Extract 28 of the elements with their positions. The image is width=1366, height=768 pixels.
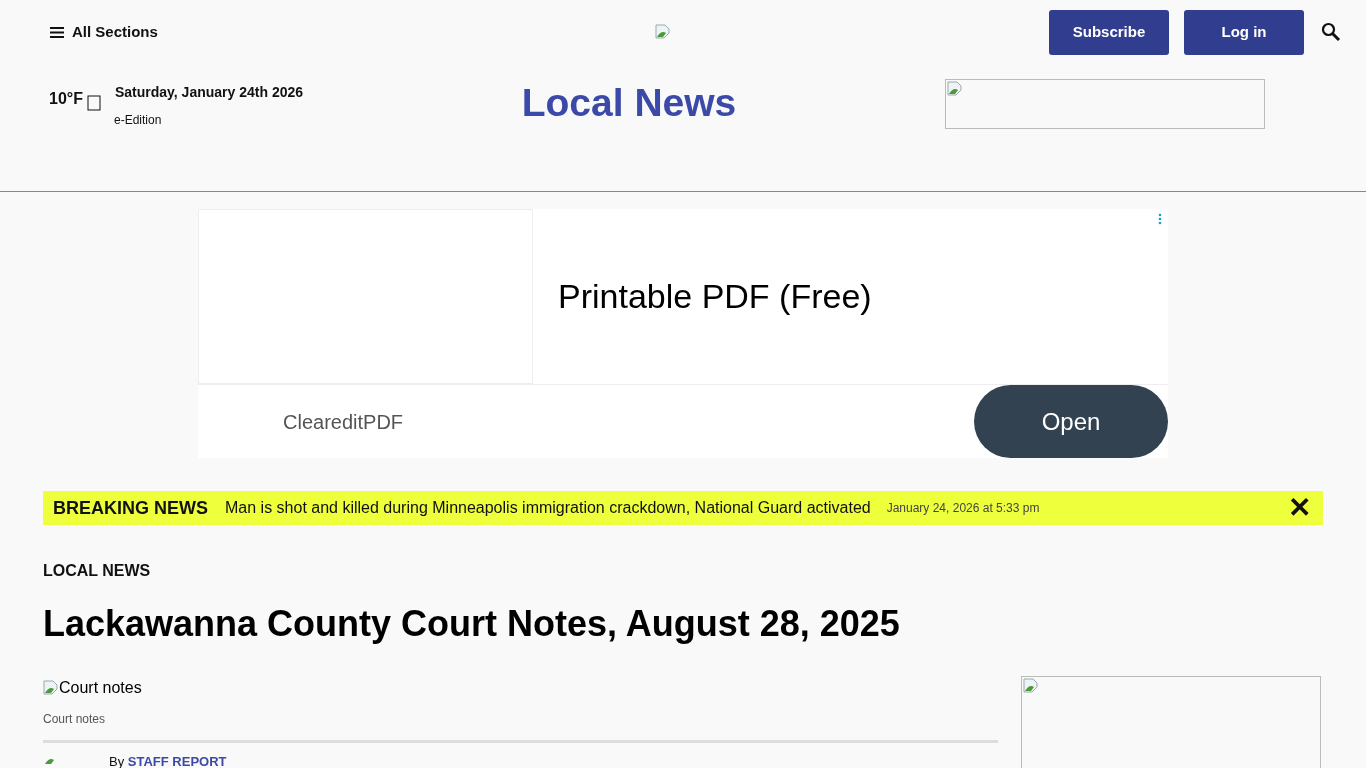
logo-broken-image-icon	[655, 24, 672, 40]
options-icon[interactable]	[1158, 213, 1162, 225]
image-caption: Court notes	[43, 711, 106, 728]
section-title: Local News	[521, 83, 737, 122]
breaking-headline-link[interactable]: Man is shot and killed during Minneapolis immigration crackdown, National Guard activated	[225, 496, 871, 520]
ad-headline: Printable PDF (Free)	[558, 276, 872, 317]
temperature: 10°F	[49, 89, 83, 109]
advertiser-name: CleareditPDF	[283, 409, 404, 435]
breaking-news-label: BREAKING NEWS	[53, 496, 208, 520]
broken-image-icon	[947, 81, 963, 97]
e-edition-link[interactable]: e-Edition	[113, 111, 304, 129]
broken-image-icon	[1023, 678, 1039, 694]
header-button[interactable]: Subscribe	[1049, 9, 1169, 55]
broken-image-icon	[43, 680, 59, 696]
weather-icon	[86, 95, 101, 111]
header-button[interactable]: Log in	[1184, 9, 1304, 55]
article-title: Lackawanna County Court Notes, August 28, 2025	[43, 602, 901, 646]
all-sections-button[interactable]: All Sections	[50, 20, 158, 44]
menu-icon	[50, 26, 64, 38]
category-label: LOCAL NEWS	[43, 561, 151, 581]
close-button[interactable]: ✕	[1288, 494, 1311, 522]
breaking-time: January 24, 2026 at 5:33 pm	[886, 500, 1040, 517]
byline: By STAFF REPORT	[109, 755, 227, 768]
image-alt-text: Court notes	[59, 678, 142, 698]
author-link[interactable]: STAFF REPORT	[127, 754, 227, 768]
search-icon[interactable]	[1321, 22, 1341, 42]
date: Saturday, January 24th 2026	[114, 83, 304, 102]
open-button[interactable]: Open	[974, 385, 1168, 458]
